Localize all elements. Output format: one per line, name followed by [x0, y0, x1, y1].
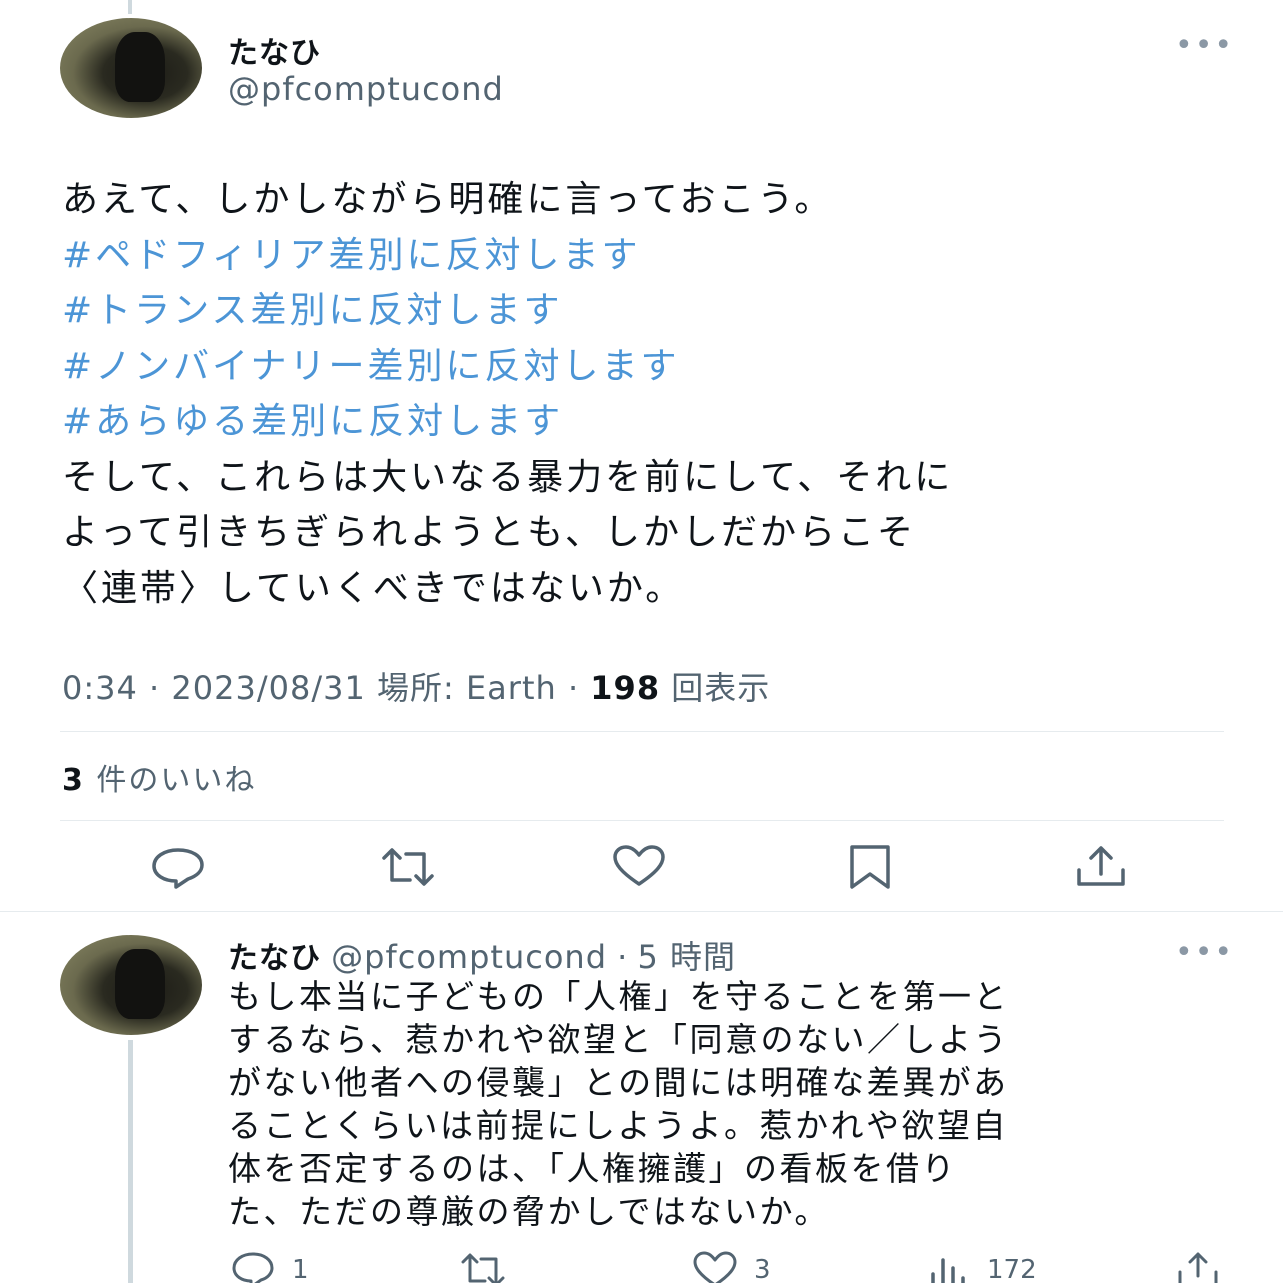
view-count-label: 回表示: [660, 669, 771, 707]
likes-label: 件のいいね: [84, 763, 257, 798]
like-button[interactable]: 3: [692, 1250, 771, 1283]
location-value: Earth: [465, 669, 557, 707]
share-button[interactable]: [1175, 1250, 1221, 1283]
avatar[interactable]: [60, 18, 202, 118]
reply-line: た、ただの尊厳の脅かしではないか。: [228, 1192, 830, 1231]
tweet-text: あえて、しかしながら明確に言っておこう。 #ペドフィリア差別に反対します #トラ…: [62, 172, 1232, 616]
heart-icon: [613, 845, 665, 886]
share-icon: [1077, 846, 1125, 886]
tweet-line: そして、これらは大いなる暴力を前にして、それに: [62, 456, 954, 498]
thread-connector: [128, 1040, 133, 1283]
retweet-icon: [461, 1253, 505, 1283]
user-handle[interactable]: @pfcomptucond: [331, 938, 607, 976]
divider: [60, 820, 1224, 821]
hashtag-link[interactable]: #あらゆる差別に反対します: [62, 394, 1232, 450]
location-label: 場所:: [365, 669, 466, 707]
meta-separator: ·: [607, 938, 638, 976]
tweet-time[interactable]: 0:34: [62, 669, 138, 707]
bookmark-icon: [850, 845, 890, 889]
reply-line: 体を否定するのは、「人権擁護」の看板を借り: [228, 1149, 957, 1188]
views-count: 172: [987, 1255, 1037, 1283]
heart-icon: [693, 1251, 737, 1283]
retweet-button[interactable]: [378, 844, 438, 890]
tweet-meta: 0:34 · 2023/08/31 場所: Earth · 198 回表示: [62, 663, 770, 709]
reply-line: がない他者への侵襲」との間には明確な差異があ: [228, 1063, 1009, 1102]
display-name[interactable]: たなひ: [228, 28, 321, 72]
meta-separator: ·: [556, 669, 591, 707]
reply-icon: [232, 1252, 274, 1283]
reply-count: 1: [292, 1255, 309, 1283]
reply-button[interactable]: [148, 844, 208, 890]
share-icon: [1178, 1252, 1218, 1283]
retweet-button[interactable]: [460, 1250, 522, 1283]
bar-chart-icon: [931, 1258, 965, 1283]
reply-line: もし本当に子どもの「人権」を守ることを第一と: [228, 977, 1009, 1016]
reply-time[interactable]: 5 時間: [638, 938, 737, 976]
reply-line: するなら、惹かれや欲望と「同意のない／しよう: [228, 1020, 1009, 1059]
views-button[interactable]: 172: [925, 1250, 1037, 1283]
view-count: 198: [590, 669, 661, 707]
hashtag-link[interactable]: #トランス差別に反対します: [62, 283, 1232, 339]
share-button[interactable]: [1071, 844, 1131, 890]
tweet-line: よって引きちぎられようとも、しかしだからこそ: [62, 512, 917, 553]
divider: [60, 731, 1224, 732]
user-handle[interactable]: @pfcomptucond: [228, 70, 504, 108]
reply-icon: [152, 848, 204, 889]
reply-text: もし本当に子どもの「人権」を守ることを第一と するなら、惹かれや欲望と「同意のな…: [228, 975, 1228, 1233]
likes-summary[interactable]: 3 件のいいね: [62, 755, 256, 799]
tweet-line: あえて、しかしながら明確に言っておこう。: [62, 179, 834, 220]
display-name[interactable]: たなひ: [228, 941, 321, 976]
thread-connector-top: [128, 0, 132, 14]
divider: [0, 911, 1283, 912]
tweet-date[interactable]: 2023/08/31: [171, 669, 365, 707]
more-horizontal-icon[interactable]: •••: [1175, 935, 1234, 970]
reply-button[interactable]: 1: [230, 1250, 309, 1283]
like-button[interactable]: [609, 844, 669, 890]
bookmark-button[interactable]: [840, 844, 900, 890]
reply-header: たなひ @pfcomptucond · 5 時間: [228, 932, 736, 978]
likes-count: 3: [62, 763, 85, 798]
hashtag-link[interactable]: #ノンバイナリー差別に反対します: [62, 339, 1232, 395]
reply-line: ることくらいは前提にしようよ。惹かれや欲望自: [228, 1106, 1009, 1145]
tweet-line: 〈連帯〉していくべきではないか。: [62, 567, 685, 609]
retweet-icon: [382, 848, 434, 886]
avatar[interactable]: [60, 935, 202, 1035]
meta-separator: ·: [137, 669, 172, 707]
more-horizontal-icon[interactable]: •••: [1175, 28, 1234, 63]
like-count: 3: [754, 1255, 771, 1283]
hashtag-link[interactable]: #ペドフィリア差別に反対します: [62, 228, 1232, 284]
